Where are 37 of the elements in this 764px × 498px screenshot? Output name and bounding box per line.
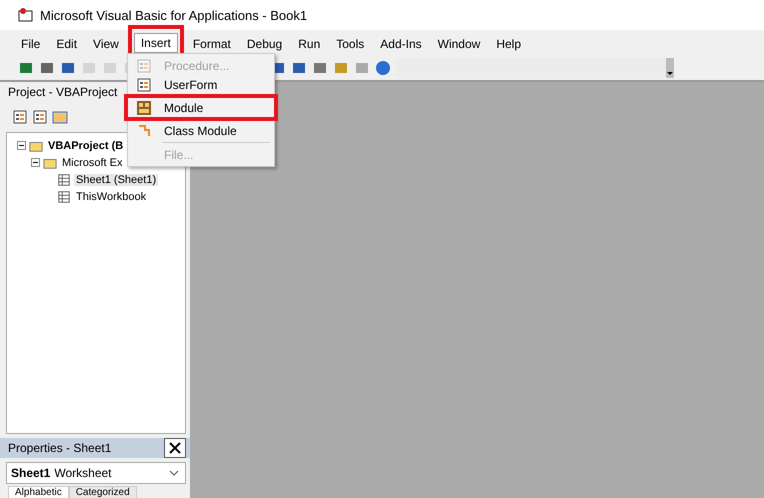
collapse-icon[interactable]: [17, 141, 26, 150]
close-icon[interactable]: [169, 442, 181, 454]
chevron-icon[interactable]: [169, 470, 179, 476]
sheet-icon: [57, 190, 71, 204]
collapse-icon[interactable]: [31, 158, 40, 167]
menu-item[interactable]: Edit: [49, 34, 84, 54]
sheet-icon: [57, 172, 71, 186]
tree-item[interactable]: ThisWorkbook: [74, 190, 148, 202]
object-dropdown[interactable]: Sheet1 Worksheet: [6, 462, 186, 484]
view-object-icon[interactable]: [32, 109, 48, 125]
window-title: Microsoft Visual Basic for Applications - Book1: [40, 8, 308, 22]
close-button[interactable]: [164, 438, 186, 458]
caret-icon[interactable]: [666, 58, 674, 78]
view-code-icon[interactable]: [12, 109, 28, 125]
object-type: Worksheet: [54, 466, 112, 480]
tree-item[interactable]: Sheet1 (Sheet1): [74, 174, 158, 186]
help-icon[interactable]: [375, 60, 391, 76]
app-icon: [18, 7, 34, 23]
tree-item[interactable]: VBAProject (B: [46, 140, 126, 152]
menu-item[interactable]: Run: [291, 34, 328, 54]
module-icon[interactable]: [136, 100, 152, 116]
menu-item[interactable]: Debug: [240, 34, 290, 54]
menu-item[interactable]: Add-Ins: [373, 34, 429, 54]
menu-item[interactable]: Class Module: [128, 121, 274, 140]
menu-item[interactable]: Tools: [329, 34, 372, 54]
tab[interactable]: Categorized: [68, 486, 137, 498]
tab[interactable]: Alphabetic: [8, 486, 69, 498]
menu-item[interactable]: Format: [186, 34, 238, 54]
menu-item[interactable]: Insert: [134, 33, 178, 53]
panel-title: Properties - Sheet1: [8, 441, 112, 455]
menu-item[interactable]: Help: [489, 34, 528, 54]
toggle-folders-icon[interactable]: [52, 109, 68, 125]
menu-item[interactable]: File: [14, 34, 48, 54]
menu-item[interactable]: Window: [430, 34, 488, 54]
object-name: Sheet1: [11, 466, 50, 480]
menu-item[interactable]: View: [86, 34, 126, 54]
tree-item[interactable]: Microsoft Ex: [60, 156, 125, 168]
